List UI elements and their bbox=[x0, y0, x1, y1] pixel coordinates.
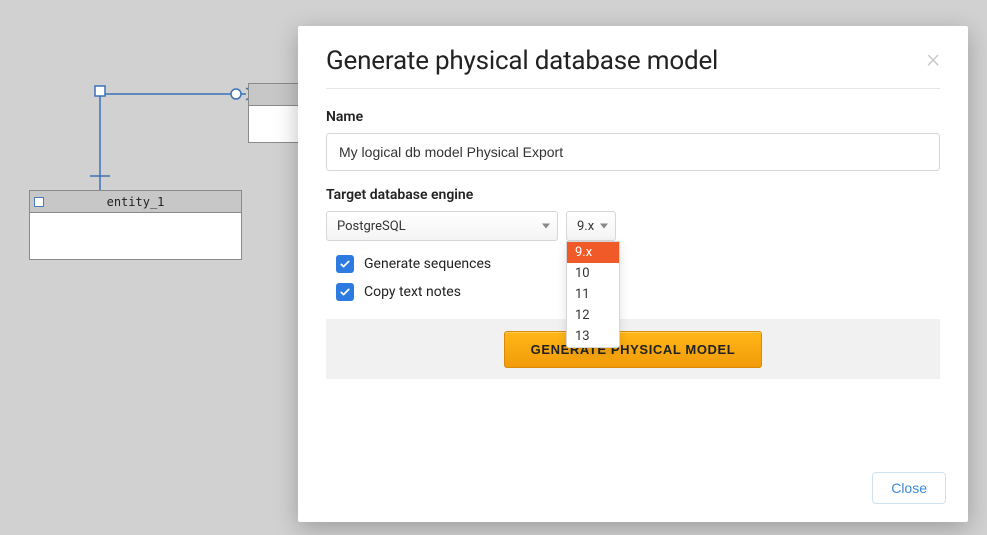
copy-text-notes-label: Copy text notes bbox=[364, 284, 461, 300]
entity-icon bbox=[34, 197, 44, 207]
version-option-11[interactable]: 11 bbox=[567, 284, 619, 305]
close-icon[interactable]: × bbox=[926, 46, 940, 72]
check-icon bbox=[339, 258, 351, 270]
generate-sequences-label: Generate sequences bbox=[364, 256, 491, 272]
version-select-value: 9.x bbox=[577, 219, 594, 234]
engine-select[interactable]: PostgreSQL bbox=[326, 211, 558, 241]
entity-1-header: entity_1 bbox=[30, 191, 241, 213]
dialog-title: Generate physical database model bbox=[326, 46, 718, 76]
name-input[interactable] bbox=[326, 133, 940, 171]
version-option-13[interactable]: 13 bbox=[567, 326, 619, 347]
generate-sequences-checkbox[interactable] bbox=[336, 255, 354, 273]
engine-select-value: PostgreSQL bbox=[337, 219, 406, 234]
version-dropdown: 9.x 10 11 12 13 bbox=[566, 241, 620, 348]
entity-1[interactable]: entity_1 bbox=[29, 190, 242, 260]
target-engine-label: Target database engine bbox=[326, 187, 940, 203]
entity-1-label: entity_1 bbox=[107, 195, 165, 209]
copy-text-notes-checkbox[interactable] bbox=[336, 283, 354, 301]
version-select[interactable]: 9.x bbox=[566, 211, 616, 241]
close-button[interactable]: Close bbox=[872, 472, 946, 504]
version-option-12[interactable]: 12 bbox=[567, 305, 619, 326]
generate-physical-model-dialog: Generate physical database model × Name … bbox=[298, 26, 968, 522]
version-option-10[interactable]: 10 bbox=[567, 263, 619, 284]
check-icon bbox=[339, 286, 351, 298]
name-label: Name bbox=[326, 109, 940, 125]
caret-down-icon bbox=[542, 224, 550, 229]
caret-down-icon bbox=[600, 224, 608, 229]
version-option-9x[interactable]: 9.x bbox=[567, 242, 619, 263]
generate-bar: GENERATE PHYSICAL MODEL bbox=[326, 319, 940, 379]
generate-physical-model-button[interactable]: GENERATE PHYSICAL MODEL bbox=[504, 331, 763, 368]
